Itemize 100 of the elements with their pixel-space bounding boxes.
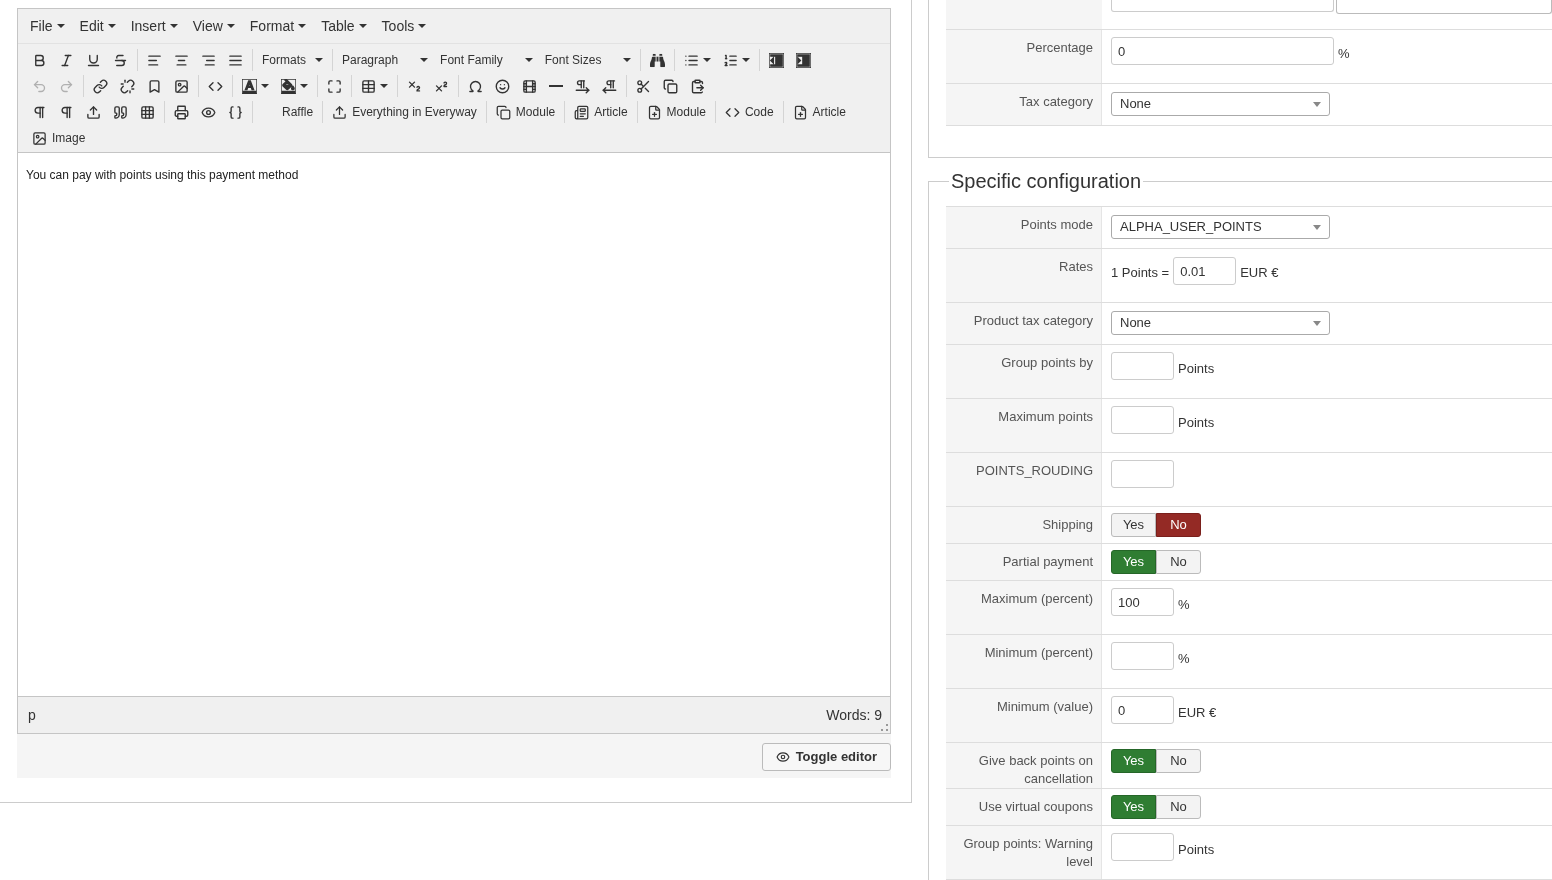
- caret-icon: [107, 24, 116, 28]
- field-label: Use virtual coupons: [977, 798, 1094, 816]
- image-button[interactable]: Image: [26, 126, 92, 150]
- image-icon: [174, 78, 189, 94]
- element-path[interactable]: p: [28, 704, 36, 726]
- caret-icon: [623, 58, 632, 62]
- input-field[interactable]: [1111, 0, 1334, 12]
- unit-label: Points: [1178, 840, 1215, 859]
- toggle-editor-button[interactable]: Toggle editor: [761, 743, 891, 771]
- menu-item[interactable]: View: [186, 15, 241, 37]
- unit-label: EUR €: [1178, 703, 1217, 722]
- resize-handle-icon[interactable]: [881, 724, 888, 731]
- toggle-option[interactable]: Yes: [1111, 795, 1156, 819]
- input-field[interactable]: 0: [1111, 696, 1174, 724]
- menu-item[interactable]: Format: [243, 15, 313, 37]
- background-color-icon: [281, 78, 296, 94]
- section-title: Specific configuration: [950, 169, 1143, 194]
- module-button[interactable]: Module: [640, 100, 712, 124]
- select-field[interactable]: None: [1111, 311, 1330, 335]
- input-field[interactable]: [1111, 406, 1174, 434]
- input-field[interactable]: 100: [1111, 588, 1174, 616]
- everything-button[interactable]: Everything in Everyway: [326, 100, 483, 124]
- redo-icon: [59, 78, 74, 94]
- caret-icon: [1313, 101, 1321, 107]
- cut-icon: [636, 78, 651, 94]
- article-button[interactable]: Article: [786, 100, 852, 124]
- field-label: Percentage: [1025, 39, 1094, 57]
- content-text: You can pay with points using this payment method: [26, 167, 300, 184]
- raffle-button[interactable]: Raffle: [276, 100, 320, 124]
- font-family-dropdown[interactable]: Font Family: [434, 48, 539, 72]
- input-field[interactable]: [1336, 0, 1552, 14]
- fullscreen-icon: [327, 78, 342, 94]
- field-label: Tax category: [1018, 93, 1094, 111]
- file-plus-icon: [792, 104, 808, 120]
- braces-icon: [228, 104, 243, 120]
- input-field[interactable]: [1111, 352, 1174, 380]
- input-field[interactable]: [1111, 833, 1174, 861]
- grid-icon: [140, 104, 155, 120]
- caret-icon: [742, 58, 751, 62]
- caret-icon: [298, 24, 307, 28]
- bullet-list-icon: [684, 52, 700, 68]
- caret-icon: [261, 84, 269, 88]
- unit-label: Points: [1178, 359, 1215, 378]
- toggle-option[interactable]: No: [1156, 749, 1201, 773]
- subscript-icon: [407, 78, 422, 94]
- caret-icon: [1313, 224, 1321, 230]
- block-format-dropdown[interactable]: Paragraph: [336, 48, 435, 72]
- caret-icon: [358, 24, 367, 28]
- italic-icon: [59, 52, 74, 68]
- toggle-option[interactable]: No: [1156, 550, 1201, 574]
- rate-prefix: 1 Points =: [1111, 264, 1170, 283]
- input-field[interactable]: [1111, 642, 1174, 670]
- field-label: Product tax category: [972, 312, 1094, 330]
- emoticon-icon: [495, 78, 510, 94]
- toggle-option[interactable]: No: [1156, 795, 1201, 819]
- menu-item[interactable]: Table: [315, 15, 373, 37]
- caret-icon: [300, 84, 308, 88]
- image-icon: [32, 130, 47, 146]
- field-label: Shipping: [1041, 516, 1094, 534]
- caret-icon: [56, 24, 65, 28]
- unit-label: EUR €: [1240, 264, 1279, 283]
- newspaper-icon: [574, 104, 590, 120]
- caret-icon: [1313, 320, 1321, 326]
- find-replace-icon: [650, 52, 666, 68]
- caret-icon: [524, 58, 533, 62]
- media-icon: [522, 78, 537, 94]
- caret-icon: [380, 84, 388, 88]
- input-field[interactable]: [1111, 460, 1174, 488]
- caret-icon: [420, 58, 429, 62]
- align-right-icon: [201, 52, 216, 68]
- menu-item[interactable]: Tools: [375, 15, 433, 37]
- toggle-option[interactable]: Yes: [1111, 550, 1156, 574]
- toggle-option[interactable]: Yes: [1111, 749, 1156, 773]
- menu-item[interactable]: File: [24, 15, 71, 37]
- align-left-icon: [147, 52, 162, 68]
- article-button[interactable]: Article: [568, 100, 634, 124]
- undo-icon: [32, 78, 47, 94]
- paste-icon: [690, 78, 705, 94]
- align-justify-icon: [228, 52, 243, 68]
- field-label: Rates: [1058, 258, 1094, 276]
- menu-item[interactable]: Insert: [124, 15, 184, 37]
- caret-icon: [703, 58, 712, 62]
- menu-item[interactable]: Edit: [73, 15, 122, 37]
- toggle-option[interactable]: Yes: [1111, 513, 1156, 537]
- pilcrow-right-icon: [575, 78, 590, 94]
- font-size-dropdown[interactable]: Font Sizes: [538, 48, 638, 72]
- superscript-icon: [434, 78, 449, 94]
- code-button[interactable]: Code: [718, 100, 780, 124]
- formats-dropdown[interactable]: Formats: [256, 48, 329, 72]
- select-field[interactable]: ALPHA_USER_POINTS: [1111, 215, 1330, 239]
- toggle-option[interactable]: No: [1156, 513, 1201, 537]
- unit-label: %: [1178, 595, 1190, 614]
- field-label: Minimum (percent): [983, 644, 1094, 662]
- field-label: Maximum points: [997, 408, 1094, 426]
- module-button[interactable]: Module: [489, 100, 562, 124]
- input-field[interactable]: 0.01: [1173, 257, 1237, 285]
- input-field[interactable]: 0: [1111, 37, 1334, 65]
- numbered-list-icon: [723, 52, 739, 68]
- select-field[interactable]: None: [1111, 92, 1330, 116]
- field-label: Partial payment: [1001, 553, 1094, 571]
